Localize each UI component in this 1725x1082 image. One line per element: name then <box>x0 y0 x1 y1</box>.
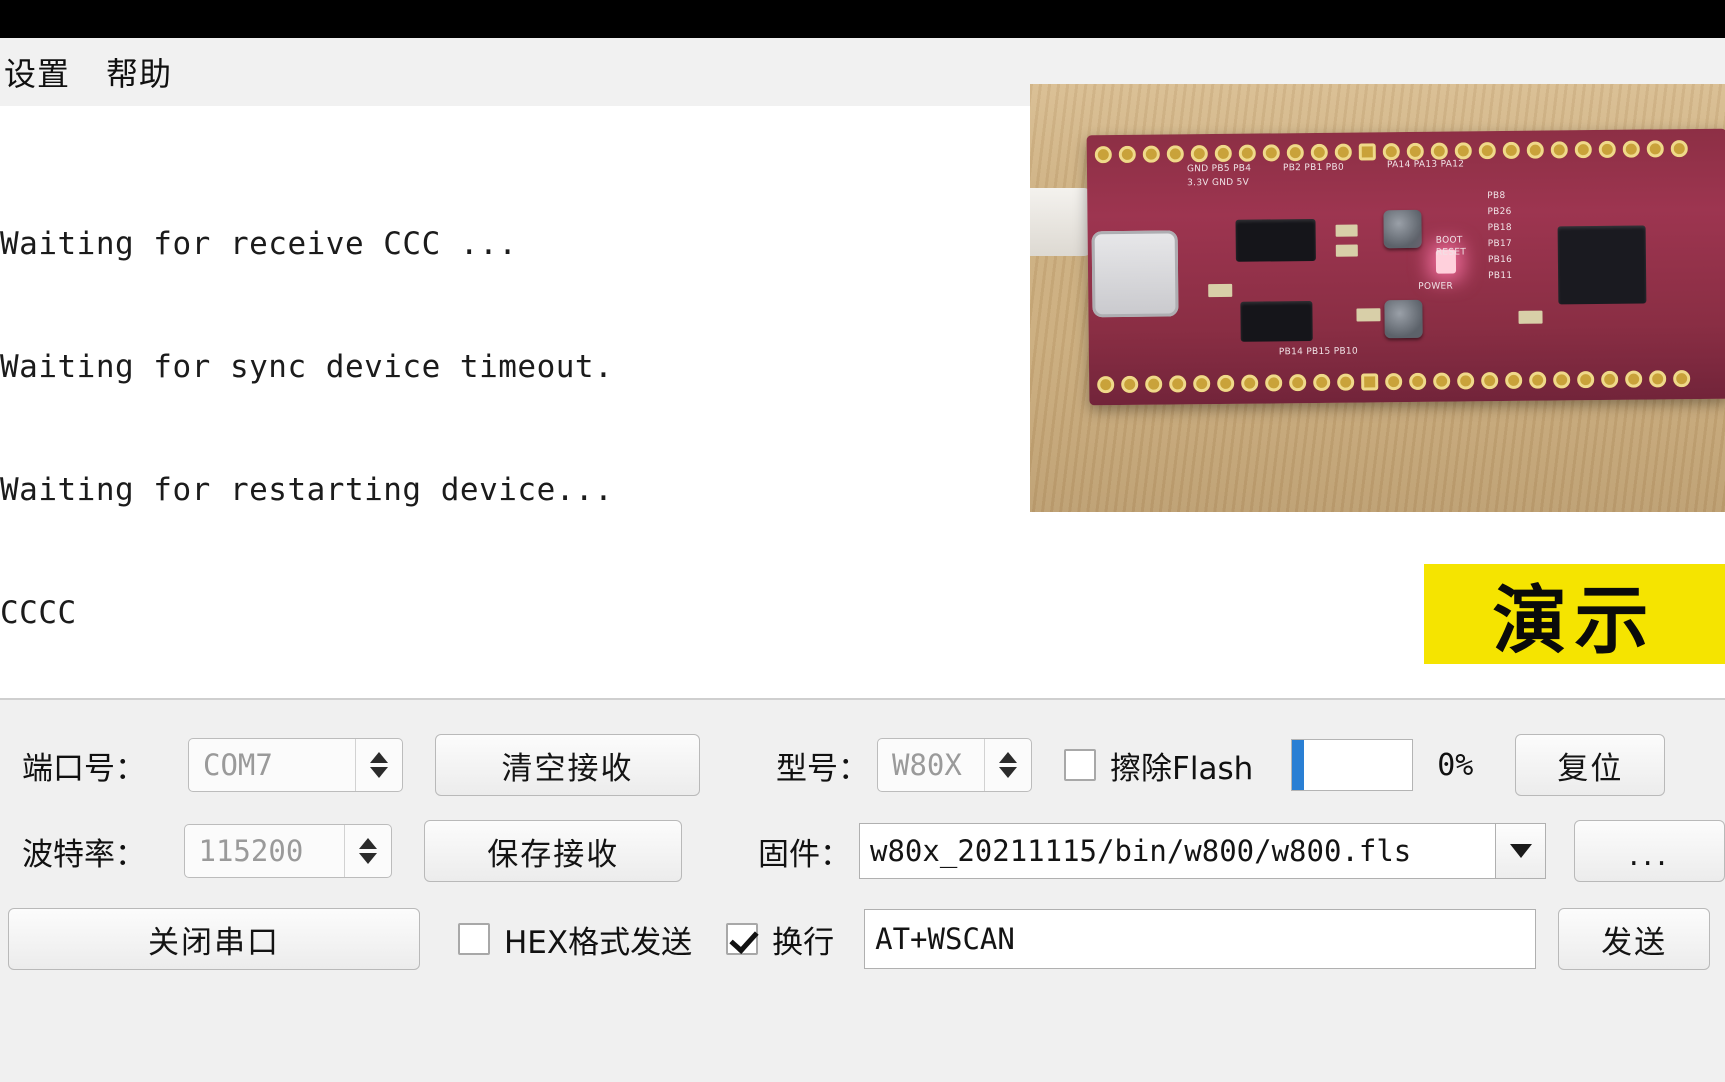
chevron-down-icon <box>1509 844 1532 858</box>
erase-flash-checkbox-wrap[interactable]: 擦除Flash <box>1064 743 1253 788</box>
port-label: 端口号： <box>22 750 146 787</box>
hex-send-label: HEX格式发送 <box>504 924 693 961</box>
model-spinner[interactable] <box>984 739 1031 791</box>
erase-flash-label: 擦除Flash <box>1110 750 1254 787</box>
control-row-3: 关闭串口 HEX格式发送 换行 AT+WSCAN 发送 <box>0 896 1725 982</box>
serial-tool-window: 设置 帮助 Waiting for receive CCC ... Waitin… <box>0 0 1725 1082</box>
baud-label: 波特率： <box>22 836 146 873</box>
clear-receive-button[interactable]: 清空接收 <box>435 734 700 796</box>
chevron-down-icon <box>370 767 388 778</box>
firmware-dropdown-button[interactable] <box>1495 823 1547 879</box>
control-row-2: 波特率： 115200 保存接收 固件： w80x_20211115/bin/w… <box>0 808 1725 894</box>
chevron-up-icon <box>359 838 378 849</box>
newline-checkbox-wrap[interactable]: 换行 <box>726 917 834 962</box>
usb-cable <box>1030 188 1092 256</box>
baud-value: 115200 <box>198 834 304 868</box>
hex-send-checkbox-wrap[interactable]: HEX格式发送 <box>458 917 692 962</box>
pcb-board: GND PB5 PB4 3.3V GND 5V PB2 PB1 PB0 PA14… <box>1086 128 1725 406</box>
smd-chip <box>1240 301 1313 342</box>
firmware-label: 固件： <box>758 836 852 873</box>
newline-label: 换行 <box>772 924 835 961</box>
window-top-strip <box>0 0 1725 38</box>
chevron-down-icon <box>359 853 378 864</box>
chevron-up-icon <box>999 752 1017 763</box>
reset-button <box>1384 299 1423 339</box>
chevron-up-icon <box>370 752 388 763</box>
newline-checkbox[interactable] <box>726 923 759 955</box>
model-combo[interactable]: W80X <box>877 738 1032 792</box>
save-receive-button[interactable]: 保存接收 <box>424 820 683 882</box>
download-progress-bar <box>1291 739 1414 791</box>
reset-button[interactable]: 复位 <box>1515 734 1666 796</box>
erase-flash-checkbox[interactable] <box>1064 749 1096 781</box>
progress-fill <box>1292 740 1305 790</box>
progress-percent-label: 0% <box>1437 747 1474 783</box>
chevron-down-icon <box>999 767 1017 778</box>
header-pads-bottom <box>1097 365 1721 398</box>
baud-spinner[interactable] <box>344 825 391 877</box>
development-board-photo: GND PB5 PB4 3.3V GND 5V PB2 PB1 PB0 PA14… <box>1030 84 1725 512</box>
mcu-chip <box>1557 225 1647 305</box>
firmware-path-input[interactable]: w80x_20211115/bin/w800/w800.fls <box>859 823 1496 879</box>
smd-chip <box>1235 218 1316 262</box>
close-serial-port-button[interactable]: 关闭串口 <box>8 908 420 970</box>
model-label: 型号： <box>776 750 869 787</box>
menu-help[interactable]: 帮助 <box>88 49 190 95</box>
menu-settings[interactable]: 设置 <box>0 49 88 95</box>
usb-connector <box>1091 230 1179 318</box>
control-panel: 端口号： COM7 清空接收 型号： W80X 擦除Flash 0% 复位 波特… <box>0 698 1725 1082</box>
port-spinner[interactable] <box>355 739 402 791</box>
demo-watermark-banner: 演示 <box>1424 564 1725 664</box>
command-input[interactable]: AT+WSCAN <box>864 909 1537 969</box>
send-button[interactable]: 发送 <box>1558 908 1711 970</box>
port-combo[interactable]: COM7 <box>188 738 403 792</box>
control-row-1: 端口号： COM7 清空接收 型号： W80X 擦除Flash 0% 复位 <box>0 722 1725 808</box>
boot-button <box>1383 209 1422 249</box>
baud-combo[interactable]: 115200 <box>183 824 393 878</box>
model-value: W80X <box>892 748 962 782</box>
browse-firmware-button[interactable]: ... <box>1574 820 1725 882</box>
hex-send-checkbox[interactable] <box>458 923 490 955</box>
demo-watermark-label: 演示 <box>1492 577 1657 664</box>
port-value: COM7 <box>203 748 273 782</box>
